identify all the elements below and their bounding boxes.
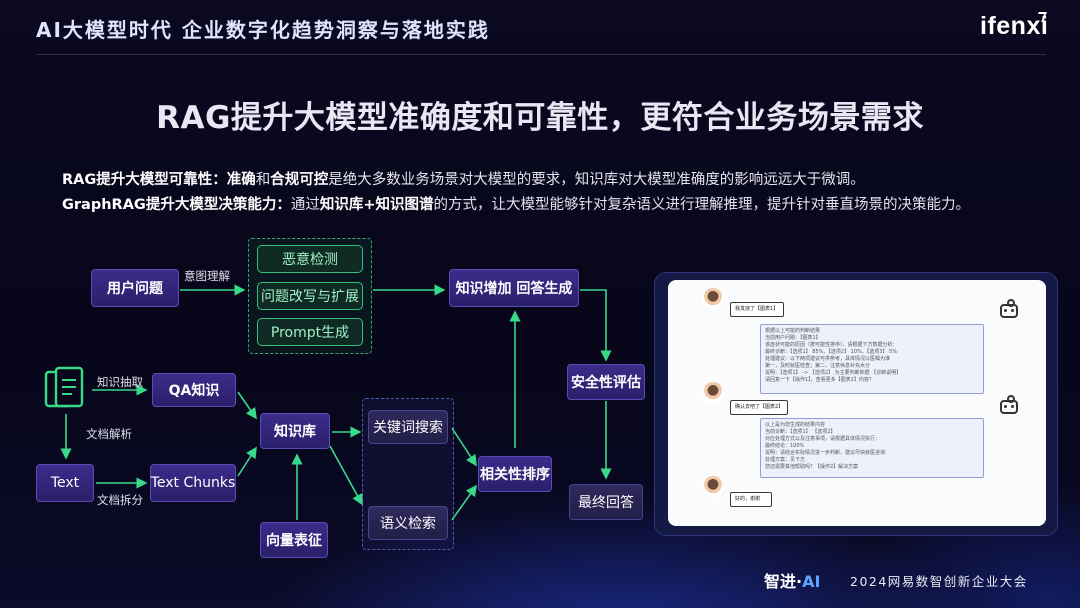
arrow-qa-to-kb <box>237 391 257 420</box>
label-intent: 意图理解 <box>184 269 230 283</box>
chat-message-user-1: 我发烧了【图表1】 <box>730 302 784 317</box>
bot-avatar-icon <box>1000 299 1018 318</box>
chat-demo-panel: 我发烧了【图表1】 根据以上可能的判断结果 当前用户问题：【图表1】 该症状可能… <box>668 280 1046 526</box>
user-avatar <box>702 288 724 310</box>
footer-brand-ai: AI <box>802 572 821 591</box>
node-malicious-detection: 恶意检测 <box>257 245 363 273</box>
chat-message-user-3: 好的，谢谢 <box>730 492 772 507</box>
document-icon <box>44 366 84 408</box>
label-doc-split: 文档拆分 <box>97 493 143 507</box>
footer-brand: 智进·AI <box>764 568 820 592</box>
node-user-question: 用户问题 <box>91 269 179 307</box>
arrow-keyword-to-rank <box>451 427 477 467</box>
arrow-augment-to-safety <box>580 289 612 362</box>
node-semantic-search: 语义检索 <box>368 506 448 540</box>
chat-message-user-2: 确认去吧了【图表2】 <box>730 400 788 415</box>
node-safety-eval: 安全性评估 <box>567 364 645 400</box>
chat-message-bot-2: 以上是为您生成的结果内容 当前诊断：【选项1】 【选项2】 对应处理方式以及注意… <box>760 418 984 478</box>
node-question-rewrite: 问题改写与扩展 <box>257 282 363 310</box>
label-knowledge-extract: 知识抽取 <box>97 375 143 389</box>
node-knowledge-base: 知识库 <box>260 413 330 449</box>
node-keyword-search: 关键词搜索 <box>368 410 448 444</box>
chat-message-bot-1: 根据以上可能的判断结果 当前用户问题：【图表1】 该症状可能的原因（按可能性排序… <box>760 324 984 394</box>
node-relevance-rank: 相关性排序 <box>478 456 552 492</box>
bot-avatar-icon <box>1000 395 1018 414</box>
footer-event-name: 2024网易数智创新企业大会 <box>850 574 1028 589</box>
node-vector-repr: 向量表征 <box>260 522 328 558</box>
user-avatar <box>702 382 724 404</box>
node-text: Text <box>36 464 94 502</box>
user-avatar <box>702 476 724 498</box>
node-text-chunks: Text Chunks <box>150 464 236 502</box>
footer-brand-prefix: 智进· <box>764 572 803 591</box>
label-doc-parse: 文档解析 <box>86 427 132 441</box>
node-final-answer: 最终回答 <box>569 484 643 520</box>
arrow-semantic-to-rank <box>451 484 477 521</box>
node-prompt-gen: Prompt生成 <box>257 318 363 346</box>
arrow-chunks-to-kb <box>237 446 257 477</box>
node-knowledge-augment: 知识增加 回答生成 <box>449 269 579 307</box>
node-qa-knowledge: QA知识 <box>152 373 236 407</box>
arrow-kb-to-semantic <box>329 445 363 506</box>
